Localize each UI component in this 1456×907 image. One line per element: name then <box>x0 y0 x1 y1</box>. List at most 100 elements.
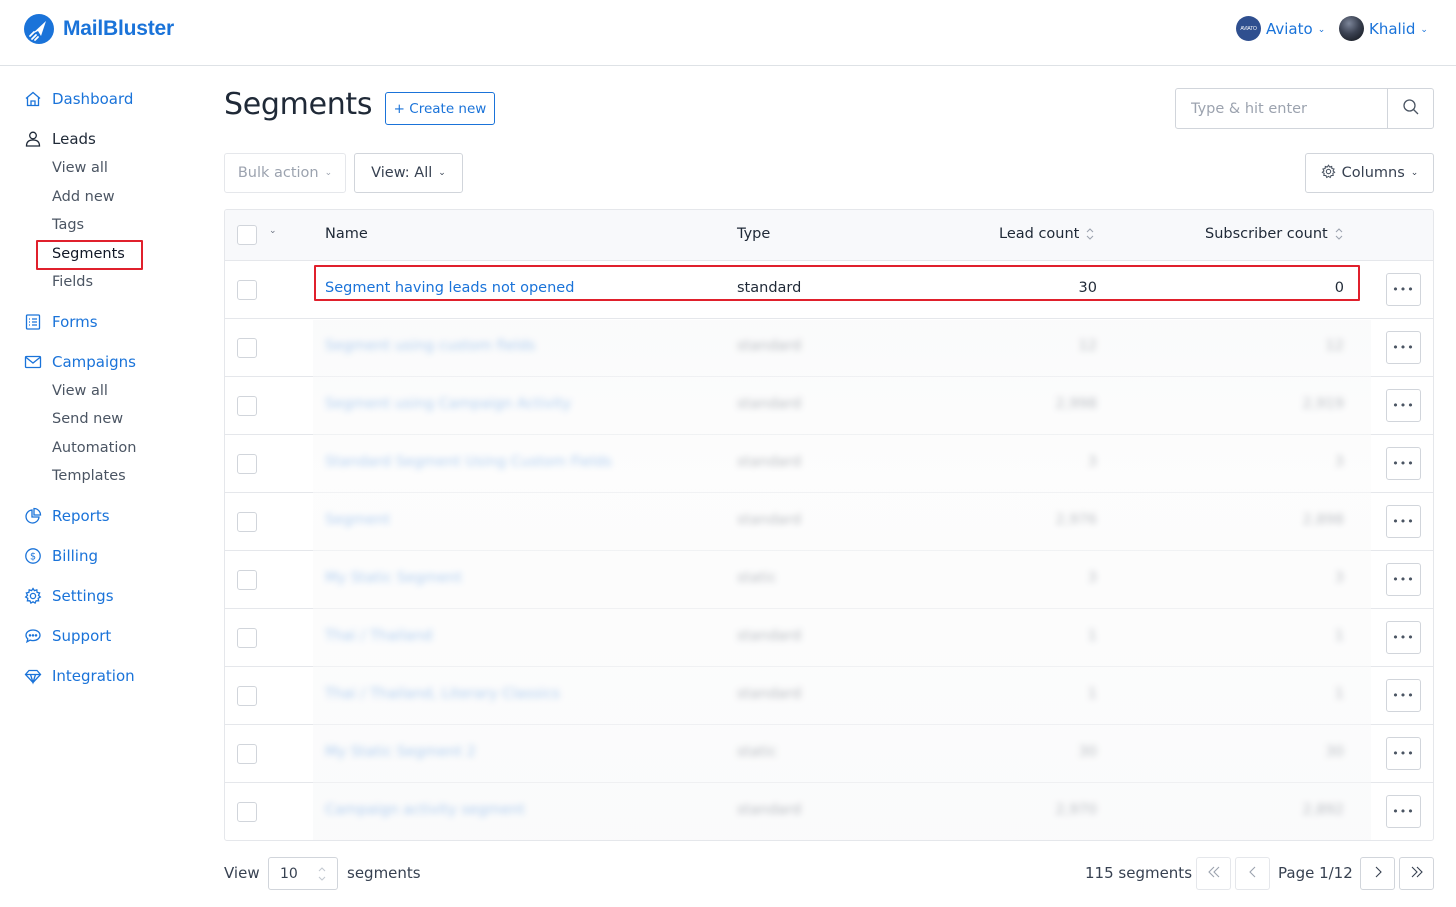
user-avatar <box>1339 16 1364 41</box>
rocket-logo-icon <box>23 13 55 45</box>
segment-name-link[interactable]: Segment using Campaign Activity <box>325 396 571 412</box>
columns-dropdown[interactable]: Columns ⌄ <box>1305 153 1434 193</box>
chevron-right-icon <box>1371 865 1385 883</box>
sidebar-item-automation[interactable]: Automation <box>52 440 136 456</box>
sidebar-item-leads[interactable]: Leads <box>24 130 96 148</box>
select-all-checkbox[interactable] <box>237 225 257 245</box>
table-row: Thai / Thailand, Literary Classics standa… <box>225 667 1433 725</box>
sidebar-item-send-new[interactable]: Send new <box>52 411 123 427</box>
segment-name-link[interactable]: Segment having leads not opened <box>325 280 574 296</box>
row-actions-button[interactable]: ••• <box>1386 795 1421 828</box>
lead-count: 30 <box>1078 744 1097 760</box>
row-actions-button[interactable]: ••• <box>1386 737 1421 770</box>
sidebar-item-billing[interactable]: $ Billing <box>24 547 98 565</box>
search-input[interactable] <box>1176 89 1387 128</box>
row-checkbox[interactable] <box>237 280 257 300</box>
row-checkbox[interactable] <box>237 686 257 706</box>
row-checkbox[interactable] <box>237 628 257 648</box>
svg-text:$: $ <box>30 552 36 563</box>
more-options-icon: ••• <box>1392 805 1415 818</box>
user-menu[interactable]: Khalid ⌄ <box>1339 16 1428 41</box>
top-bar: MailBluster AVIATO Aviato ⌄ Khalid ⌄ <box>0 0 1456 66</box>
row-actions-button[interactable]: ••• <box>1386 679 1421 712</box>
sidebar-item-settings[interactable]: Settings <box>24 587 114 605</box>
first-page-button[interactable] <box>1196 857 1231 890</box>
per-page-label: View <box>224 864 260 882</box>
sidebar-item-reports[interactable]: Reports <box>24 507 110 525</box>
subscriber-count: 30 <box>1325 744 1344 760</box>
row-checkbox[interactable] <box>237 512 257 532</box>
dollar-circle-icon: $ <box>24 547 42 565</box>
column-header-type[interactable]: Type <box>737 226 770 242</box>
row-actions-button[interactable]: ••• <box>1386 447 1421 480</box>
row-checkbox[interactable] <box>237 744 257 764</box>
row-checkbox[interactable] <box>237 802 257 822</box>
bulk-action-dropdown[interactable]: Bulk action ⌄ <box>224 153 346 193</box>
segment-name-link[interactable]: Segment using custom fields <box>325 338 535 354</box>
organization-name: Aviato <box>1266 19 1313 38</box>
row-checkbox[interactable] <box>237 454 257 474</box>
column-header-subscriber-count[interactable]: Subscriber count <box>1205 226 1344 242</box>
double-chevron-left-icon <box>1207 865 1221 883</box>
sidebar-item-campaigns[interactable]: Campaigns <box>24 353 136 371</box>
sidebar-item-segments[interactable]: Segments <box>52 246 125 262</box>
create-new-button[interactable]: + Create new <box>385 92 495 125</box>
row-actions-button[interactable]: ••• <box>1386 331 1421 364</box>
per-page-select[interactable]: 10 <box>268 857 338 890</box>
diamond-icon <box>24 667 42 685</box>
row-actions-button[interactable]: ••• <box>1386 563 1421 596</box>
segment-name-link[interactable]: Campaign activity segment <box>325 802 525 818</box>
search-button[interactable] <box>1387 89 1433 128</box>
column-header-lead-count[interactable]: Lead count <box>999 226 1095 242</box>
row-actions-button[interactable]: ••• <box>1386 621 1421 654</box>
brand-logo[interactable]: MailBluster <box>23 13 174 45</box>
next-page-button[interactable] <box>1360 857 1395 890</box>
segment-name-link[interactable]: My Static Segment <box>325 570 462 586</box>
search-box <box>1175 88 1434 129</box>
segment-name-link[interactable]: Standard Segment Using Custom Fields <box>325 454 612 470</box>
lead-count: 12 <box>1078 338 1097 354</box>
row-checkbox[interactable] <box>237 338 257 358</box>
organization-avatar: AVIATO <box>1236 16 1261 41</box>
page-title: Segments <box>224 87 373 122</box>
previous-page-button[interactable] <box>1235 857 1270 890</box>
sidebar-item-tags[interactable]: Tags <box>52 217 84 233</box>
segment-type: standard <box>737 686 802 702</box>
row-checkbox[interactable] <box>237 570 257 590</box>
envelope-icon <box>24 353 42 371</box>
row-actions-button[interactable]: ••• <box>1386 389 1421 422</box>
segment-name-link[interactable]: Thai / Thailand <box>325 628 432 644</box>
sidebar-item-fields[interactable]: Fields <box>52 274 93 290</box>
sidebar-item-leads-view-all[interactable]: View all <box>52 160 108 176</box>
subscriber-count: 2,898 <box>1302 512 1344 528</box>
sidebar-item-integration[interactable]: Integration <box>24 667 135 685</box>
view-filter-dropdown[interactable]: View: All ⌄ <box>354 153 463 193</box>
row-actions-button[interactable]: ••• <box>1386 505 1421 538</box>
sidebar-item-templates[interactable]: Templates <box>52 468 126 484</box>
lead-count: 2,976 <box>1055 512 1097 528</box>
last-page-button[interactable] <box>1399 857 1434 890</box>
subscriber-count: 0 <box>1334 280 1344 296</box>
sidebar-item-support[interactable]: Support <box>24 627 111 645</box>
column-header-name[interactable]: Name <box>325 226 368 242</box>
lead-count: 3 <box>1087 570 1097 586</box>
row-actions-button[interactable]: ••• <box>1386 273 1421 306</box>
organization-switcher[interactable]: AVIATO Aviato ⌄ <box>1236 16 1325 41</box>
row-checkbox[interactable] <box>237 396 257 416</box>
sidebar-item-campaigns-view-all[interactable]: View all <box>52 383 108 399</box>
sidebar-item-forms[interactable]: Forms <box>24 313 98 331</box>
segment-name-link[interactable]: My Static Segment 2 <box>325 744 476 760</box>
segments-table: ⌄ Name Type Lead count Subscriber count … <box>224 209 1434 841</box>
select-options-chevron-icon[interactable]: ⌄ <box>269 226 277 236</box>
segment-name-link[interactable]: Segment <box>325 512 390 528</box>
segment-type: standard <box>737 454 802 470</box>
segment-name-link[interactable]: Thai / Thailand, Literary Classics <box>325 686 560 702</box>
table-row: My Static Segment 2 static 30 30 ••• <box>225 725 1433 783</box>
more-options-icon: ••• <box>1392 689 1415 702</box>
sidebar-item-leads-add-new[interactable]: Add new <box>52 189 115 205</box>
lead-count: 1 <box>1087 628 1097 644</box>
sidebar-item-dashboard[interactable]: Dashboard <box>24 90 133 108</box>
chat-bubble-icon <box>24 627 42 645</box>
table-row: Segment standard 2,976 2,898 ••• <box>225 493 1433 551</box>
search-icon <box>1402 98 1420 120</box>
